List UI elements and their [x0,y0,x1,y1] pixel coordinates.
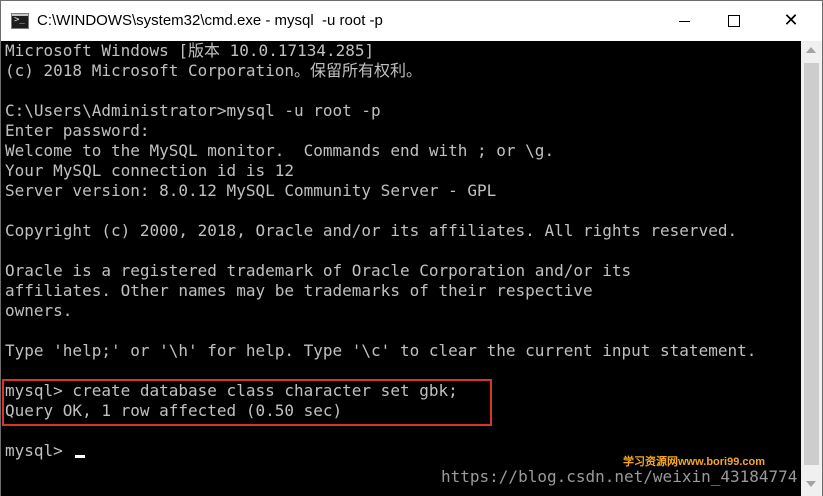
scroll-up-icon[interactable] [806,47,816,53]
minimize-icon [679,21,690,22]
maximize-icon [728,15,740,27]
maximize-button[interactable] [710,1,756,41]
console-line: Your MySQL connection id is 12 [5,161,294,180]
scroll-down-icon[interactable] [806,481,816,487]
close-button[interactable]: ✕ [768,1,814,41]
text-cursor [75,455,85,458]
vertical-scrollbar[interactable] [801,41,822,496]
console-line: Type 'help;' or '\h' for help. Type '\c'… [5,341,757,360]
minimize-button[interactable] [661,1,707,41]
console-line: owners. [5,301,73,320]
scroll-thumb[interactable] [804,63,819,465]
title-bar[interactable]: >_ C:\WINDOWS\system32\cmd.exe - mysql -… [1,1,822,41]
console-prompt[interactable]: mysql> [5,441,72,461]
close-icon: ✕ [783,10,799,31]
console-line: Enter password: [5,121,150,140]
console-line: Welcome to the MySQL monitor. Commands e… [5,141,555,160]
cmd-icon[interactable]: >_ [11,13,29,29]
watermark-url: https://blog.csdn.net/weixin_43184774 [441,467,798,486]
console-line: C:\Users\Administrator>mysql -u root -p [5,101,381,120]
cmd-window: >_ C:\WINDOWS\system32\cmd.exe - mysql -… [0,0,823,496]
console-line: (c) 2018 Microsoft Corporation。保留所有权利。 [5,61,422,80]
highlight-annotation [2,379,492,426]
console-output[interactable]: Microsoft Windows [版本 10.0.17134.285] (c… [1,41,801,496]
console-line: Copyright (c) 2000, 2018, Oracle and/or … [5,221,738,240]
console-line: Microsoft Windows [版本 10.0.17134.285] [5,41,375,60]
console-line: affiliates. Other names may be trademark… [5,281,593,300]
console-line: Server version: 8.0.12 MySQL Community S… [5,181,497,200]
window-title: C:\WINDOWS\system32\cmd.exe - mysql -u r… [37,12,383,29]
console-line: Oracle is a registered trademark of Orac… [5,261,632,280]
